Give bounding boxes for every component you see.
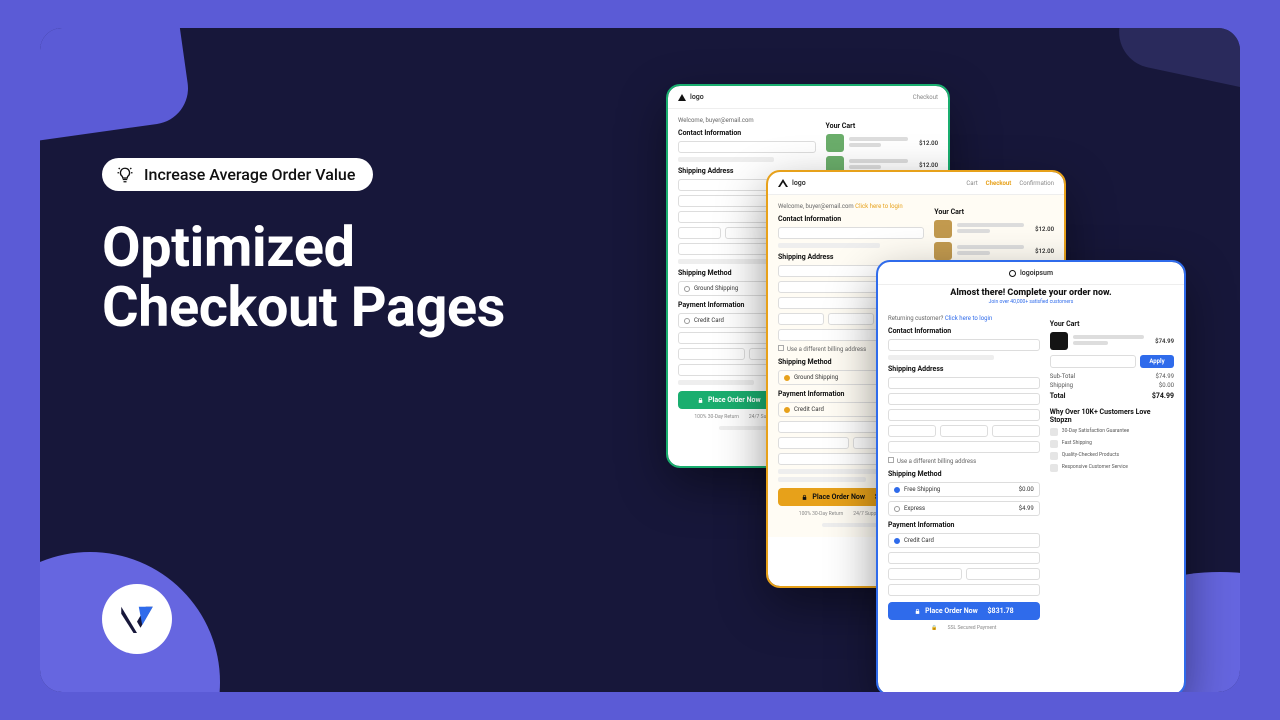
- exp-field[interactable]: [678, 348, 745, 360]
- place-order-button[interactable]: Place Order Now $831.78: [888, 602, 1040, 620]
- payment-option[interactable]: Credit Card: [888, 533, 1040, 548]
- brand-logo: [102, 584, 172, 654]
- shield-icon: [1050, 452, 1058, 460]
- brand: logo: [778, 179, 806, 187]
- lock-icon: [697, 397, 704, 404]
- email-field[interactable]: [678, 141, 816, 153]
- lightbulb-icon: [116, 166, 134, 184]
- apply-button[interactable]: Apply: [1140, 355, 1174, 368]
- decor-blob: [40, 28, 193, 155]
- hero-heading: Almost there! Complete your order now.: [878, 285, 1184, 299]
- checkout-previews: logo Checkout Welcome, buyer@email.com C…: [668, 86, 1188, 692]
- promo-field[interactable]: [1050, 355, 1136, 368]
- email-field[interactable]: [888, 339, 1040, 351]
- brand: logoipsum: [1009, 269, 1053, 277]
- dot-icon: [1009, 270, 1016, 277]
- page-title: Optimized Checkout Pages: [102, 217, 505, 338]
- brand: logo: [678, 93, 704, 101]
- wing-icon: [778, 179, 788, 187]
- triangle-icon: [678, 94, 686, 101]
- state-field[interactable]: [725, 227, 768, 239]
- card-number-field[interactable]: [888, 552, 1040, 564]
- hero-panel: Increase Average Order Value Optimized C…: [40, 28, 1240, 692]
- shipping-option[interactable]: Express$4.99: [888, 501, 1040, 516]
- pill-label: Increase Average Order Value: [144, 165, 355, 184]
- headset-icon: [1050, 464, 1058, 472]
- benefits-list: 30-Day Satisfaction Guarantee Fast Shipp…: [1050, 428, 1174, 472]
- lock-icon: [914, 608, 921, 615]
- truck-icon: [1050, 440, 1058, 448]
- shipping-option[interactable]: Free Shipping$0.00: [888, 482, 1040, 497]
- city-field[interactable]: [678, 227, 721, 239]
- hero-sub: Join over 40,000+ satisfied customers: [878, 299, 1184, 305]
- lock-icon: [801, 494, 808, 501]
- cart-item: $12.00: [826, 134, 939, 152]
- checkout-card-blue: logoipsum Almost there! Complete your or…: [878, 262, 1184, 692]
- check-icon: [1050, 428, 1058, 436]
- email-field[interactable]: [778, 227, 924, 239]
- value-prop-pill: Increase Average Order Value: [102, 158, 373, 191]
